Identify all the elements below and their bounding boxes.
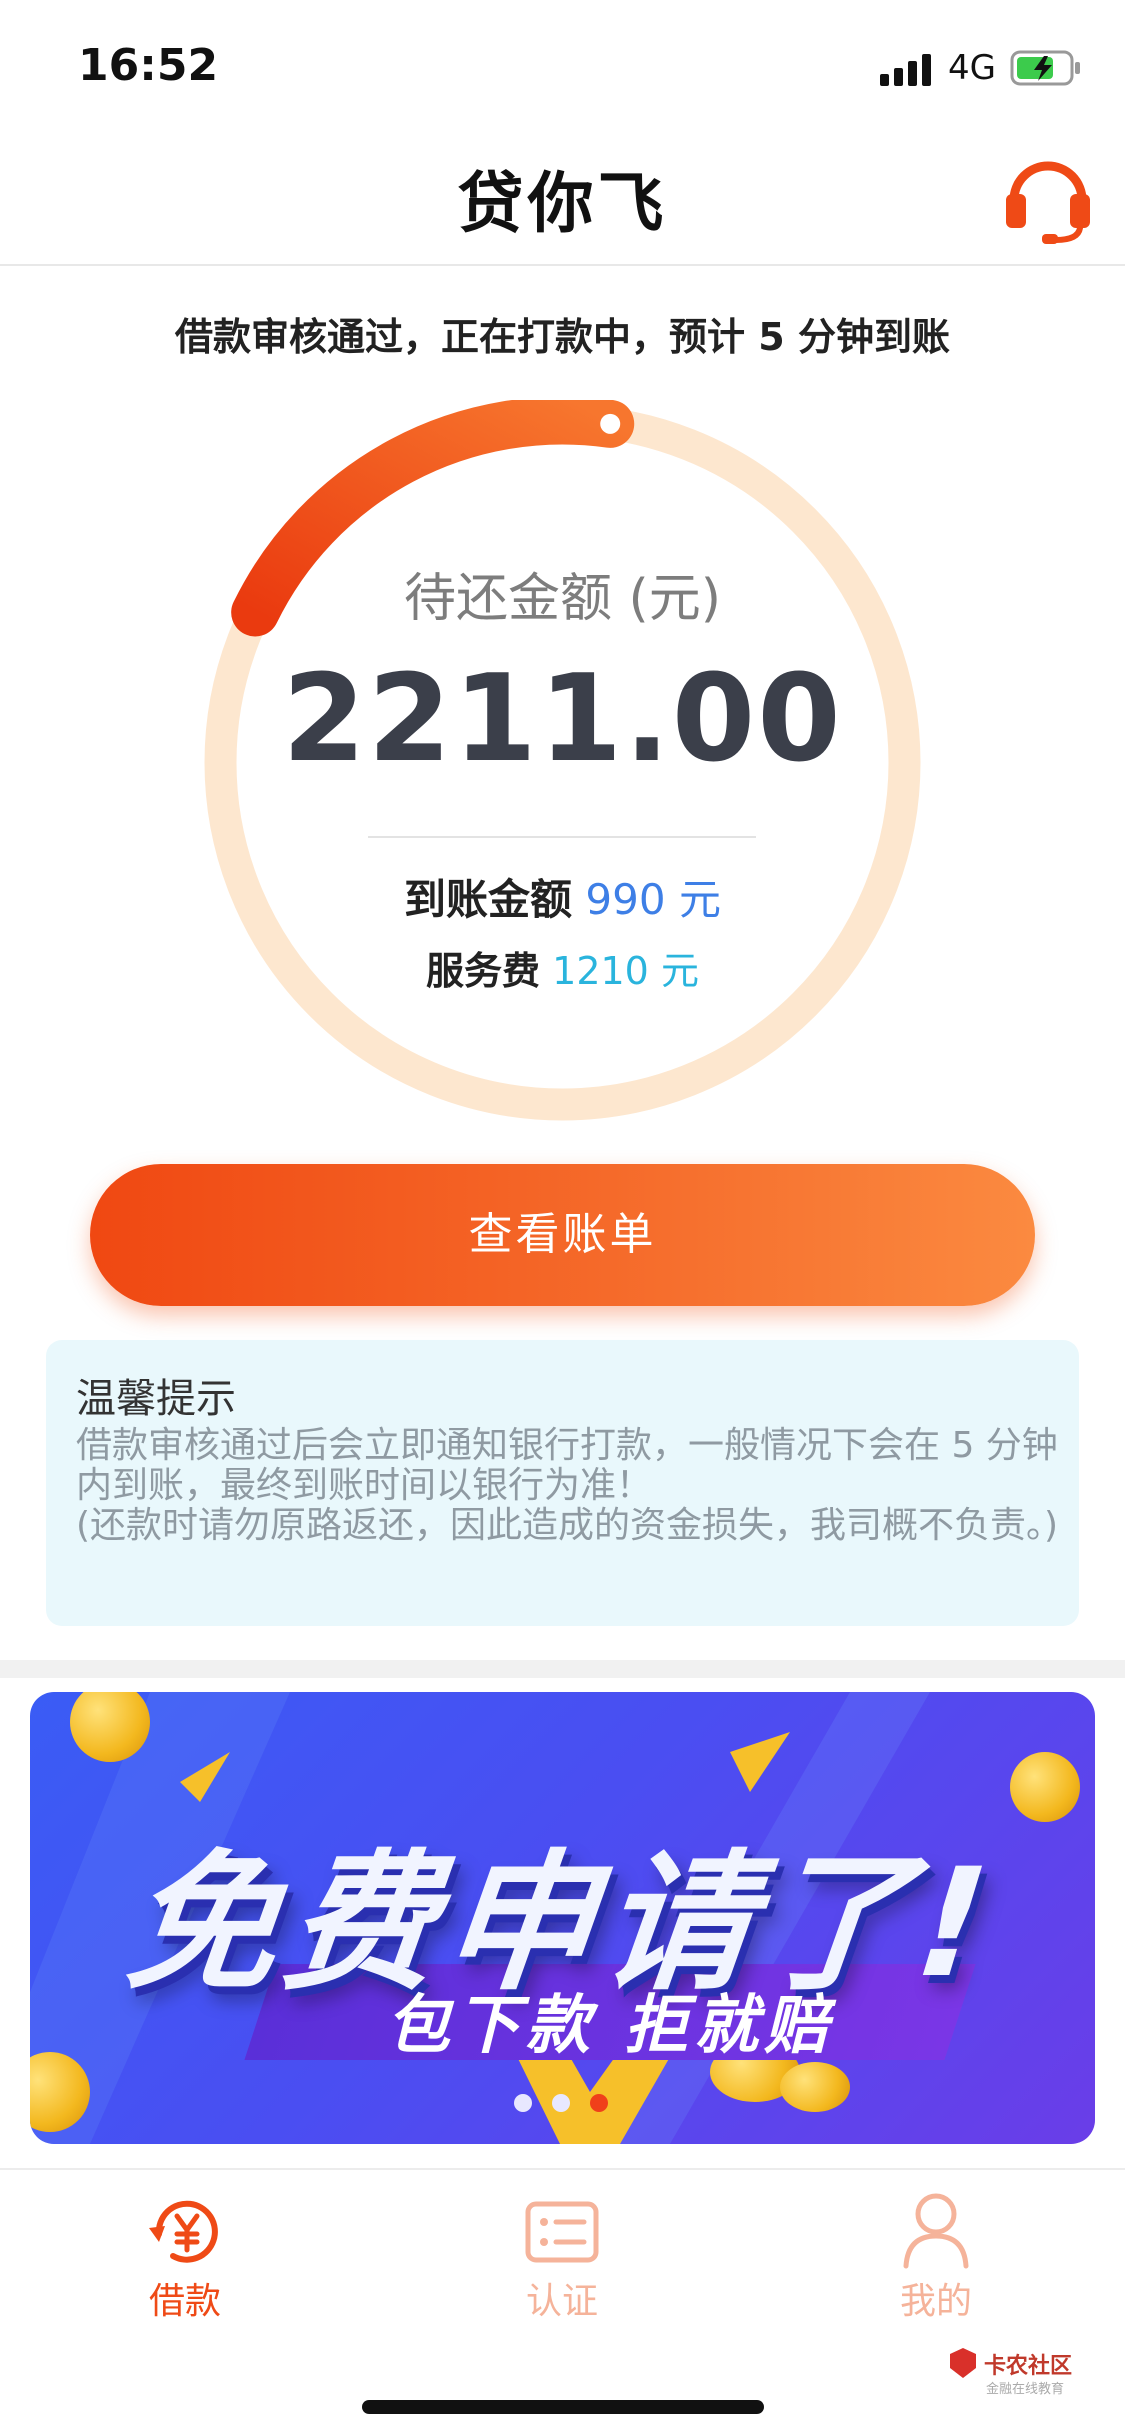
pending-amount-label: 待还金额 (元) <box>403 569 722 629</box>
tab-verify-label[interactable]: 认证 <box>462 2272 662 2324</box>
watermark-text: 卡农社区 <box>984 2354 1073 2379</box>
user-icon <box>903 2193 969 2269</box>
status-notice: 借款审核通过，正在打款中，预计 5 分钟到账 <box>175 315 950 359</box>
pending-amount-value: 2211.00 <box>282 650 843 789</box>
view-bill-button[interactable]: 查看账单 <box>90 1164 1035 1306</box>
banner-subtitle: 包下款 拒就赔 <box>385 1989 835 2063</box>
tips-title: 温馨提示 <box>76 1376 236 1422</box>
signal-icon <box>880 52 936 86</box>
home-indicator[interactable] <box>362 2400 764 2414</box>
watermark-subtext: 金融在线教育 <box>986 2382 1065 2397</box>
progress-knob <box>600 413 621 434</box>
header-divider <box>0 264 1125 266</box>
coin-icon <box>780 2062 850 2112</box>
arrival-amount-value: 990 元 <box>585 875 721 924</box>
yen-refresh-icon <box>149 2200 218 2263</box>
tips-line-1: 借款审核通过后会立即通知银行打款，一般情况下会在 5 分钟内到账，最终到账时间以… <box>76 1425 1058 1506</box>
network-type: 4G <box>948 48 996 88</box>
tab-loan-label[interactable]: 借款 <box>85 2272 285 2324</box>
carousel-dot[interactable] <box>552 2094 570 2112</box>
tips-box: 温馨提示 借款审核通过后会立即通知银行打款，一般情况下会在 5 分钟内到账，最终… <box>46 1340 1079 1626</box>
promo-banner[interactable]: 免费申请了! 包下款 拒就赔 <box>30 1692 1095 2144</box>
carousel-dot-active[interactable] <box>590 2094 608 2112</box>
section-divider <box>0 1660 1125 1678</box>
tips-body: 借款审核通过后会立即通知银行打款，一般情况下会在 5 分钟内到账，最终到账时间以… <box>76 1426 1066 1546</box>
id-card-icon <box>525 2201 599 2263</box>
page-title: 贷你飞 <box>457 165 668 242</box>
tab-mine-label[interactable]: 我的 <box>836 2272 1036 2324</box>
service-fee-row: 服务费 1210 元 <box>0 940 1125 995</box>
service-fee-value: 1210 元 <box>552 949 699 993</box>
watermark-logo-icon <box>946 2346 980 2380</box>
status-time: 16:52 <box>78 40 219 91</box>
battery-icon <box>1010 50 1082 86</box>
amount-divider <box>368 836 756 838</box>
tips-line-2: (还款时请勿原路返还，因此造成的资金损失，我司概不负责。) <box>76 1505 1059 1546</box>
service-fee-label: 服务费 <box>426 949 541 993</box>
carousel-dot[interactable] <box>514 2094 532 2112</box>
headset-icon[interactable] <box>1000 154 1096 244</box>
tabbar-divider <box>0 2168 1125 2170</box>
arrival-amount-label: 到账金额 <box>404 875 573 924</box>
arrival-amount-row: 到账金额 990 元 <box>0 866 1125 927</box>
